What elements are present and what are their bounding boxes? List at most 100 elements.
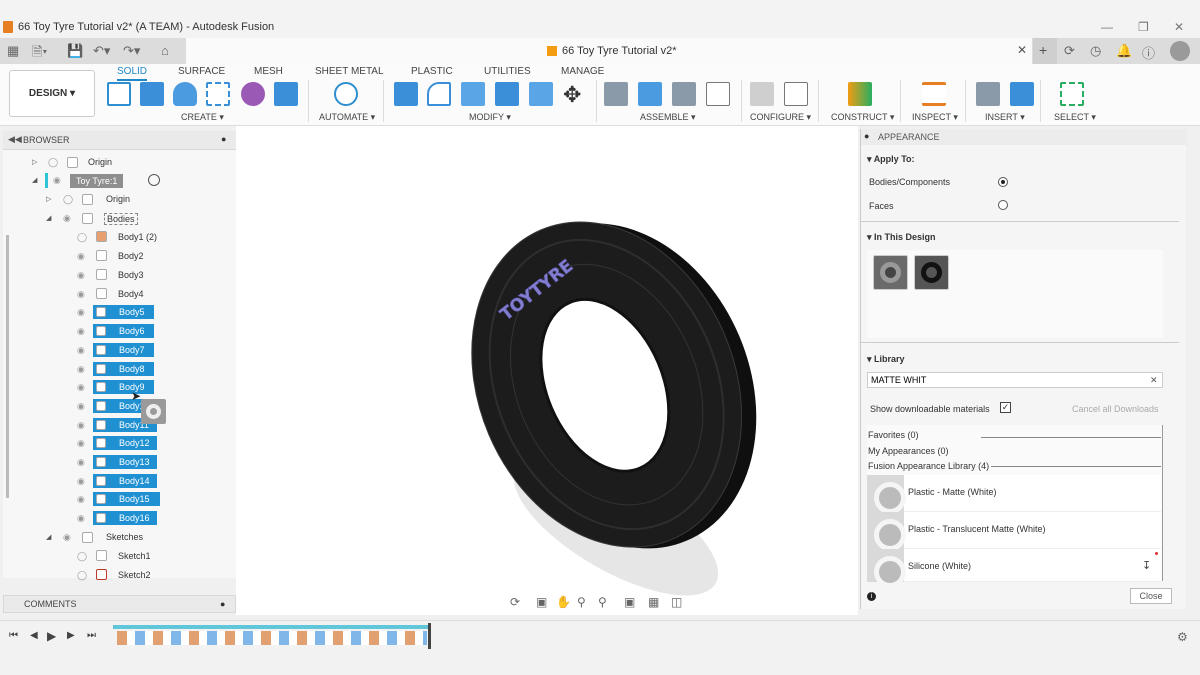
help-icon[interactable]: ⓘ: [1142, 43, 1155, 62]
measure-icon[interactable]: [922, 82, 946, 106]
info-icon[interactable]: i: [867, 592, 876, 601]
joint-origin-icon[interactable]: [706, 82, 730, 106]
tree-item-sketches[interactable]: ◢ ◉ Sketches: [44, 529, 234, 547]
tree-item-body6[interactable]: ◉ Body6: [72, 323, 232, 341]
document-tab[interactable]: 66 Toy Tyre Tutorial v2* ✕: [186, 38, 1032, 64]
tree-item-sketch1[interactable]: ◯ Sketch1: [72, 548, 232, 566]
previous-step-icon[interactable]: ◀: [30, 630, 38, 641]
tyre-model[interactable]: TOYTYRE: [236, 126, 858, 615]
visibility-icon[interactable]: ◉: [77, 270, 85, 281]
tree-item-body4[interactable]: ◉ Body4: [72, 286, 232, 304]
last-step-icon[interactable]: ⏭: [87, 630, 96, 641]
library-item-silicone-white[interactable]: Silicone (White) ↧: [867, 549, 1161, 588]
tree-item-body14[interactable]: ◉ Body14: [72, 473, 232, 491]
group-construct[interactable]: CONSTRUCT ▾: [831, 112, 894, 123]
tree-item-component[interactable]: ◢ ◉ Toy Tyre:1: [30, 172, 230, 190]
comments-pin-icon[interactable]: ●: [220, 599, 225, 609]
library-item-plastic-matte-white[interactable]: Plastic - Matte (White): [867, 475, 1161, 514]
new-component-icon[interactable]: [604, 82, 628, 106]
viewports-icon[interactable]: ◫: [671, 595, 682, 609]
visibility-icon[interactable]: ◉: [77, 251, 85, 262]
new-tab-button[interactable]: +: [1033, 38, 1057, 64]
maximize-icon[interactable]: ❐: [1138, 20, 1149, 34]
pan-icon[interactable]: ✋: [556, 595, 571, 609]
timeline-features[interactable]: [117, 631, 427, 645]
visibility-icon[interactable]: ◉: [77, 420, 85, 431]
first-step-icon[interactable]: ⏮: [9, 630, 18, 641]
group-insert[interactable]: INSERT ▾: [985, 112, 1025, 123]
collapse-icon[interactable]: ◢: [46, 533, 51, 541]
move-icon[interactable]: ✥: [563, 82, 581, 108]
extensions-icon[interactable]: ⟳: [1064, 43, 1075, 59]
home-icon[interactable]: ⌂: [161, 43, 169, 58]
tree-item-body3[interactable]: ◉ Body3: [72, 267, 232, 285]
tree-item-body8[interactable]: ◉ Body8: [72, 361, 232, 379]
timeline-marker[interactable]: [428, 623, 431, 649]
workspace-design-button[interactable]: DESIGN ▾: [9, 70, 95, 117]
library-section-favorites[interactable]: Favorites (0): [868, 430, 919, 440]
visibility-icon[interactable]: ◉: [63, 532, 71, 543]
visibility-icon[interactable]: ◉: [77, 401, 85, 412]
group-create[interactable]: CREATE ▾: [181, 112, 224, 123]
as-built-joint-icon[interactable]: [672, 82, 696, 106]
library-search-input[interactable]: [867, 372, 1163, 388]
visibility-hidden-icon[interactable]: ◯: [77, 570, 87, 581]
tree-item-body2[interactable]: ◉ Body2: [72, 248, 232, 266]
apps-grid-icon[interactable]: ▦: [7, 43, 19, 59]
notifications-icon[interactable]: 🔔: [1116, 43, 1132, 59]
extrude-icon[interactable]: [140, 82, 164, 106]
tree-item-body16[interactable]: ◉ Body16: [72, 510, 232, 528]
tree-item-origin-root[interactable]: ▷ ◯ Origin: [30, 154, 230, 172]
insert-derive-icon[interactable]: [976, 82, 1000, 106]
tab-manage[interactable]: MANAGE: [561, 66, 604, 77]
tree-item-body5[interactable]: ◉ Body5: [72, 304, 232, 322]
create-sketch-icon[interactable]: [107, 82, 131, 106]
press-pull-icon[interactable]: [394, 82, 418, 106]
visibility-icon[interactable]: ◉: [77, 364, 85, 375]
tree-item-body9[interactable]: ◉ Body9: [72, 379, 232, 397]
minimize-icon[interactable]: —: [1101, 20, 1113, 34]
close-button[interactable]: Close: [1130, 588, 1172, 604]
close-tab-icon[interactable]: ✕: [1017, 43, 1027, 57]
tree-item-body1[interactable]: ◯ Body1 (2): [72, 229, 232, 247]
visibility-hidden-icon[interactable]: ◯: [63, 194, 73, 205]
visibility-icon[interactable]: ◉: [77, 457, 85, 468]
group-assemble[interactable]: ASSEMBLE ▾: [640, 112, 696, 123]
fillet-icon[interactable]: [427, 82, 451, 106]
configuration-table-icon[interactable]: [784, 82, 808, 106]
tree-item-sketch2[interactable]: ◯ Sketch2: [72, 567, 232, 585]
job-status-icon[interactable]: ◷: [1090, 43, 1101, 59]
group-select[interactable]: SELECT ▾: [1054, 112, 1096, 123]
design-appearance-thumb[interactable]: [914, 255, 949, 290]
select-icon[interactable]: [1060, 82, 1084, 106]
look-at-icon[interactable]: ▣: [536, 595, 547, 609]
expand-icon[interactable]: ▷: [32, 158, 37, 166]
visibility-icon[interactable]: ◉: [77, 345, 85, 356]
avatar[interactable]: [1170, 41, 1190, 61]
chamfer-icon[interactable]: [461, 82, 485, 106]
visibility-hidden-icon[interactable]: ◯: [48, 157, 58, 168]
joint-icon[interactable]: [638, 82, 662, 106]
library-section-my-appearances[interactable]: My Appearances (0): [868, 446, 949, 456]
visibility-icon[interactable]: ◉: [77, 382, 85, 393]
visibility-icon[interactable]: ◉: [77, 307, 85, 318]
close-window-icon[interactable]: ✕: [1174, 20, 1184, 34]
library-heading[interactable]: ▾ Library: [867, 354, 905, 365]
display-settings-icon[interactable]: ▣: [624, 595, 635, 609]
tree-item-origin[interactable]: ▷ ◯ Origin: [44, 191, 234, 209]
group-modify[interactable]: MODIFY ▾: [469, 112, 511, 123]
design-appearance-thumb[interactable]: [873, 255, 908, 290]
insert-image-icon[interactable]: [1010, 82, 1034, 106]
tab-surface[interactable]: SURFACE: [178, 66, 225, 77]
visibility-hidden-icon[interactable]: ◯: [77, 232, 87, 243]
redo-icon[interactable]: ↷▾: [123, 43, 140, 59]
visibility-icon[interactable]: ◉: [77, 326, 85, 337]
tab-solid[interactable]: SOLID: [117, 66, 148, 81]
offset-plane-icon[interactable]: [848, 82, 872, 106]
group-configure[interactable]: CONFIGURE ▾: [750, 112, 811, 123]
tab-plastic[interactable]: PLASTIC: [411, 66, 453, 77]
collapse-icon[interactable]: ◢: [46, 214, 51, 222]
form-icon[interactable]: [241, 82, 265, 106]
undo-icon[interactable]: ↶▾: [93, 43, 110, 59]
browser-pin-icon[interactable]: ●: [221, 134, 226, 144]
